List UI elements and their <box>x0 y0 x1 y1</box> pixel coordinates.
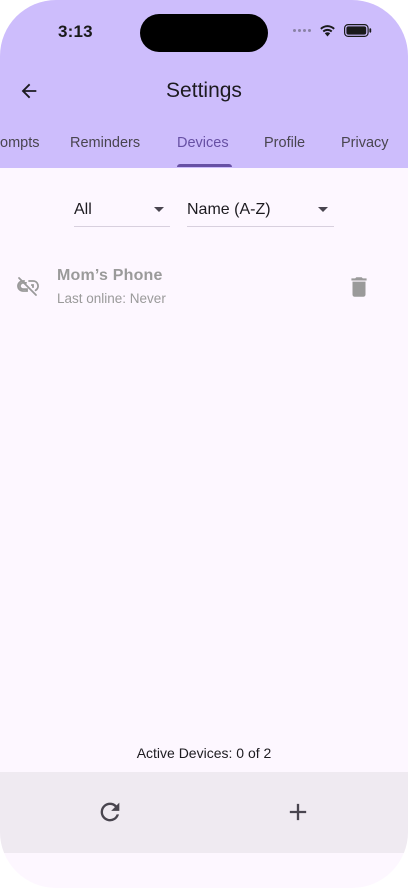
tab-reminders[interactable]: Reminders <box>70 135 140 151</box>
status-time: 3:13 <box>58 22 93 41</box>
tab-devices[interactable]: Devices <box>177 135 229 151</box>
tab-active-indicator <box>177 164 232 167</box>
sort-dropdown[interactable]: Name (A-Z) <box>187 198 334 227</box>
active-devices-count: Active Devices: 0 of 2 <box>136 745 272 761</box>
status-filter-dropdown[interactable]: All <box>74 198 170 227</box>
chevron-down-icon <box>318 207 328 212</box>
device-name: Mom’s Phone <box>57 267 163 284</box>
bottom-action-bar <box>0 772 408 853</box>
battery-icon <box>344 24 372 37</box>
settings-tabs: ompts Reminders Devices Profile Privacy <box>0 126 408 168</box>
status-icons <box>293 24 372 37</box>
tab-privacy[interactable]: Privacy <box>341 135 389 151</box>
dynamic-island <box>140 14 268 52</box>
link-off-icon <box>17 277 39 296</box>
header-area: 3:13 Settings ompts Reminders Devices Pr… <box>0 0 408 168</box>
chevron-down-icon <box>154 207 164 212</box>
phone-screen: 3:13 Settings ompts Reminders Devices Pr… <box>0 0 408 888</box>
status-filter-value: All <box>74 201 92 218</box>
plus-icon[interactable] <box>284 798 312 826</box>
tab-profile[interactable]: Profile <box>264 135 305 151</box>
page-title: Settings <box>166 79 242 102</box>
signal-dots-icon <box>293 29 311 32</box>
device-last-online: Last online: Never <box>57 291 166 306</box>
sort-value: Name (A-Z) <box>187 201 271 218</box>
trash-icon[interactable] <box>346 274 372 300</box>
tab-prompts[interactable]: ompts <box>0 135 40 151</box>
wifi-icon <box>320 25 335 37</box>
device-list-item[interactable]: Mom’s Phone Last online: Never <box>0 256 408 316</box>
refresh-icon[interactable] <box>96 798 124 826</box>
